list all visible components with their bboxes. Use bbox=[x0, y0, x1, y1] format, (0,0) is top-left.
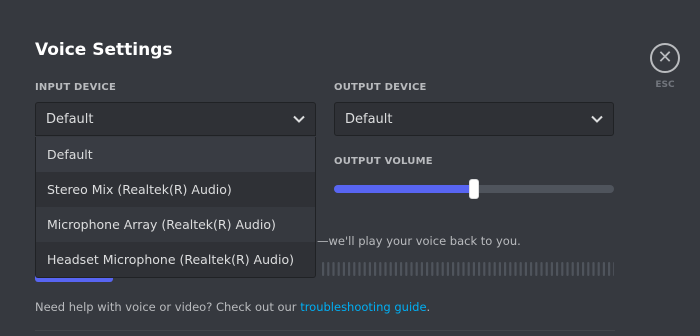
meter-bar bbox=[582, 262, 585, 276]
input-device-option[interactable]: Default bbox=[36, 137, 315, 172]
input-device-select[interactable]: Default bbox=[35, 102, 316, 136]
meter-bar bbox=[374, 262, 377, 276]
meter-bar bbox=[457, 262, 460, 276]
input-device-selected: Default bbox=[46, 111, 94, 127]
output-device-selected: Default bbox=[345, 111, 393, 127]
close-icon: ✕ bbox=[657, 47, 673, 68]
meter-bar bbox=[436, 262, 439, 276]
input-device-option[interactable]: Headset Microphone (Realtek(R) Audio) bbox=[36, 242, 315, 277]
meter-bar bbox=[514, 262, 517, 276]
troubleshooting-link[interactable]: troubleshooting guide bbox=[300, 300, 426, 314]
input-device-dropdown: Default Stereo Mix (Realtek(R) Audio) Mi… bbox=[35, 137, 316, 278]
meter-bar bbox=[462, 262, 465, 276]
section-divider bbox=[35, 330, 615, 331]
meter-bar bbox=[483, 262, 486, 276]
meter-bar bbox=[452, 262, 455, 276]
help-footer-text: Need help with voice or video? Check out… bbox=[35, 300, 301, 314]
meter-bar bbox=[415, 262, 418, 276]
mic-level-meter bbox=[322, 262, 614, 276]
meter-bar bbox=[389, 262, 392, 276]
help-footer: Need help with voice or video? Check out… bbox=[35, 300, 430, 314]
meter-bar bbox=[368, 262, 371, 276]
input-device-option[interactable]: Microphone Array (Realtek(R) Audio) bbox=[36, 207, 315, 242]
meter-bar bbox=[571, 262, 574, 276]
meter-bar bbox=[592, 262, 595, 276]
input-device-label: INPUT DEVICE bbox=[35, 82, 117, 93]
meter-bar bbox=[420, 262, 423, 276]
meter-bar bbox=[394, 262, 397, 276]
meter-bar bbox=[472, 262, 475, 276]
output-device-label: OUTPUT DEVICE bbox=[334, 82, 427, 93]
meter-bar bbox=[535, 262, 538, 276]
chevron-down-icon bbox=[293, 115, 305, 123]
meter-bar bbox=[566, 262, 569, 276]
output-device-select[interactable]: Default bbox=[334, 102, 614, 136]
meter-bar bbox=[342, 262, 345, 276]
meter-bar bbox=[556, 262, 559, 276]
meter-bar bbox=[587, 262, 590, 276]
meter-bar bbox=[322, 262, 325, 276]
meter-bar bbox=[441, 262, 444, 276]
meter-bar bbox=[467, 262, 470, 276]
meter-bar bbox=[358, 262, 361, 276]
meter-bar bbox=[405, 262, 408, 276]
output-volume-slider[interactable] bbox=[334, 179, 614, 199]
close-button[interactable]: ✕ bbox=[650, 43, 680, 73]
meter-bar bbox=[337, 262, 340, 276]
meter-bar bbox=[426, 262, 429, 276]
meter-bar bbox=[602, 262, 605, 276]
meter-bar bbox=[545, 262, 548, 276]
meter-bar bbox=[431, 262, 434, 276]
output-volume-label: OUTPUT VOLUME bbox=[334, 156, 433, 167]
meter-bar bbox=[493, 262, 496, 276]
meter-bar bbox=[327, 262, 330, 276]
meter-bar bbox=[488, 262, 491, 276]
meter-bar bbox=[384, 262, 387, 276]
meter-bar bbox=[400, 262, 403, 276]
meter-bar bbox=[550, 262, 553, 276]
chevron-down-icon bbox=[591, 115, 603, 123]
meter-bar bbox=[379, 262, 382, 276]
meter-bar bbox=[524, 262, 527, 276]
meter-bar bbox=[597, 262, 600, 276]
meter-bar bbox=[410, 262, 413, 276]
meter-bar bbox=[363, 262, 366, 276]
output-volume-handle[interactable] bbox=[469, 179, 479, 199]
meter-bar bbox=[332, 262, 335, 276]
meter-bar bbox=[446, 262, 449, 276]
meter-bar bbox=[519, 262, 522, 276]
meter-bar bbox=[353, 262, 356, 276]
input-device-option[interactable]: Stereo Mix (Realtek(R) Audio) bbox=[36, 172, 315, 207]
meter-bar bbox=[530, 262, 533, 276]
meter-bar bbox=[504, 262, 507, 276]
meter-bar bbox=[498, 262, 501, 276]
mic-test-description: —we'll play your voice back to you. bbox=[317, 234, 521, 248]
meter-bar bbox=[348, 262, 351, 276]
meter-bar bbox=[576, 262, 579, 276]
close-shortcut-label: ESC bbox=[655, 80, 675, 90]
page-title: Voice Settings bbox=[35, 40, 173, 60]
meter-bar bbox=[478, 262, 481, 276]
meter-bar bbox=[613, 262, 614, 276]
output-volume-fill bbox=[334, 185, 474, 193]
meter-bar bbox=[608, 262, 611, 276]
meter-bar bbox=[561, 262, 564, 276]
meter-bar bbox=[509, 262, 512, 276]
meter-bar bbox=[540, 262, 543, 276]
help-footer-suffix: . bbox=[426, 300, 431, 314]
